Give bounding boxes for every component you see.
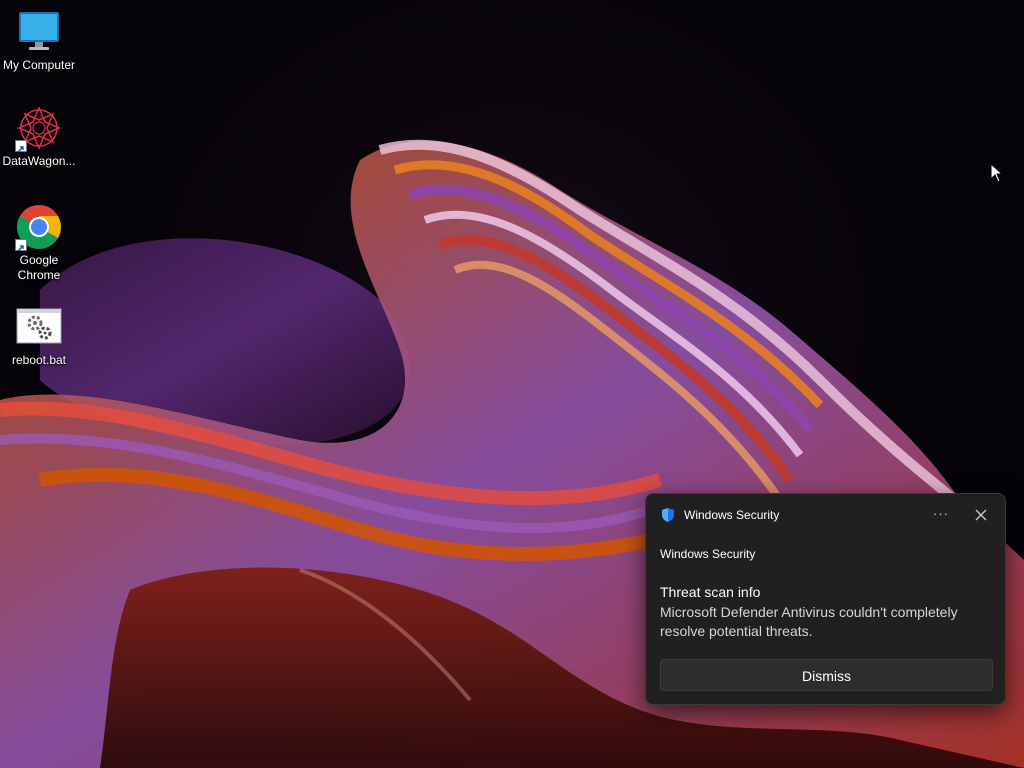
- desktop-icon-datawagon[interactable]: DataWagon...: [0, 104, 78, 169]
- desktop-icon-reboot-bat[interactable]: reboot.bat: [0, 303, 78, 368]
- desktop-icon-google-chrome[interactable]: Google Chrome: [0, 203, 78, 283]
- desktop-icon-label: My Computer: [2, 58, 76, 72]
- toast-title: Threat scan info: [660, 584, 761, 600]
- toast-body: Microsoft Defender Antivirus couldn't co…: [660, 604, 958, 639]
- desktop-icon-my-computer[interactable]: My Computer: [0, 8, 78, 73]
- desktop[interactable]: My Computer DataWagon... Google Chrome r…: [0, 0, 1024, 768]
- batch-file-icon: [15, 303, 63, 351]
- monitor-icon: [15, 8, 63, 56]
- more-options-icon[interactable]: ···: [932, 506, 950, 524]
- desktop-icon-label: DataWagon...: [2, 154, 76, 168]
- dismiss-button[interactable]: Dismiss: [660, 659, 993, 691]
- windows-security-shield-icon: [662, 508, 674, 522]
- notification-toast[interactable]: Windows Security ··· Windows Security Th…: [645, 493, 1006, 705]
- desktop-icon-label: reboot.bat: [11, 353, 67, 367]
- chrome-icon: [15, 203, 63, 252]
- shortcut-arrow-icon: [15, 140, 27, 153]
- datawagon-icon: [15, 104, 63, 153]
- desktop-icon-label: Google Chrome: [17, 253, 61, 282]
- toast-header: Windows Security: [660, 507, 779, 523]
- mouse-cursor-icon: [990, 163, 1004, 183]
- close-icon[interactable]: [972, 506, 990, 524]
- toast-app-name: Windows Security: [684, 508, 780, 522]
- toast-source: Windows Security: [660, 547, 756, 561]
- shortcut-arrow-icon: [15, 239, 27, 252]
